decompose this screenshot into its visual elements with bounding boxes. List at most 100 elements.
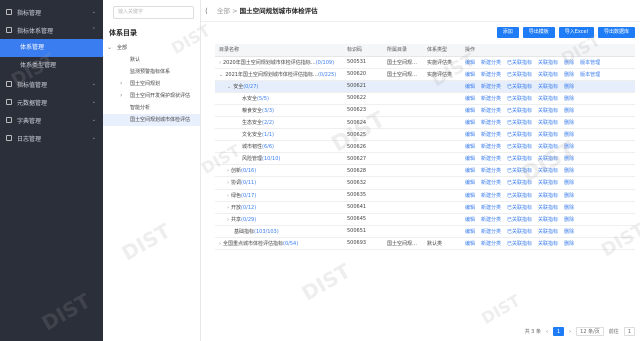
- action-link[interactable]: 关联指标: [538, 120, 558, 126]
- sidebar-group[interactable]: 指标管理 ⌄: [0, 3, 103, 21]
- table-row[interactable]: ⌄ 2021年国土空间规划城市体检评估指标…(0/225) 500620 国土空间规……: [215, 68, 635, 81]
- action-link[interactable]: 已关联指标: [507, 205, 532, 211]
- action-link[interactable]: 版本管理: [580, 72, 600, 78]
- action-link[interactable]: 已关联指标: [507, 168, 532, 174]
- action-link[interactable]: 新建分类: [481, 132, 501, 138]
- action-link[interactable]: 已关联指标: [507, 60, 532, 66]
- page-size-select[interactable]: 12 条/页: [576, 327, 604, 336]
- action-link[interactable]: 新建分类: [481, 168, 501, 174]
- action-link[interactable]: 已关联指标: [507, 193, 532, 199]
- sidebar-group[interactable]: 指标体系管理 ⌃: [0, 21, 103, 39]
- action-link[interactable]: 编辑: [465, 241, 475, 247]
- action-link[interactable]: 删除: [564, 60, 574, 66]
- table-row[interactable]: › 开放(0/12) 500641 编辑 新建分类 已关联指标 关联指标 删除: [215, 201, 635, 214]
- action-link[interactable]: 删除: [564, 205, 574, 211]
- action-link[interactable]: 已关联指标: [507, 229, 532, 235]
- action-link[interactable]: 关联指标: [538, 60, 558, 66]
- action-link[interactable]: 关联指标: [538, 84, 558, 90]
- action-link[interactable]: 已关联指标: [507, 84, 532, 90]
- action-link[interactable]: 新建分类: [481, 180, 501, 186]
- action-link[interactable]: 删除: [564, 132, 574, 138]
- action-link[interactable]: 已关联指标: [507, 156, 532, 162]
- action-link[interactable]: 关联指标: [538, 156, 558, 162]
- expand-icon[interactable]: ›: [227, 217, 229, 223]
- tree-node[interactable]: › 国土空间规划: [103, 78, 200, 90]
- action-link[interactable]: 已关联指标: [507, 217, 532, 223]
- table-row[interactable]: 基础指标(103/103) 500651 编辑 新建分类 已关联指标 关联指标 删除: [215, 225, 635, 238]
- action-link[interactable]: 新建分类: [481, 205, 501, 211]
- toolbar-button[interactable]: 导出数据库: [597, 27, 635, 38]
- action-link[interactable]: 版本管理: [580, 60, 600, 66]
- action-link[interactable]: 已关联指标: [507, 241, 532, 247]
- expand-icon[interactable]: ›: [219, 241, 221, 247]
- action-link[interactable]: 删除: [564, 193, 574, 199]
- sidebar-group[interactable]: 日志管理 ⌄: [0, 129, 103, 147]
- action-link[interactable]: 新建分类: [481, 108, 501, 114]
- pager-goto-input[interactable]: 1: [623, 327, 635, 336]
- table-row[interactable]: › 创新(0/16) 500628 编辑 新建分类 已关联指标 关联指标 删除: [215, 164, 635, 178]
- expand-icon[interactable]: ›: [227, 205, 229, 211]
- table-row[interactable]: 城市韧性(6/6) 500626 编辑 新建分类 已关联指标 关联指标 删除: [215, 140, 635, 154]
- expand-icon[interactable]: ›: [219, 60, 221, 66]
- action-link[interactable]: 已关联指标: [507, 108, 532, 114]
- action-link[interactable]: 编辑: [465, 132, 475, 138]
- tree-node[interactable]: 国土空间规划城市体检评估: [103, 114, 200, 126]
- sidebar-item[interactable]: 体系管理: [0, 39, 103, 57]
- sidebar-group[interactable]: 字典管理 ⌄: [0, 111, 103, 129]
- action-link[interactable]: 新建分类: [481, 84, 501, 90]
- action-link[interactable]: 新建分类: [481, 96, 501, 102]
- tree-toggle-icon[interactable]: ⌄: [107, 42, 112, 54]
- action-link[interactable]: 编辑: [465, 156, 475, 162]
- action-link[interactable]: 新建分类: [481, 193, 501, 199]
- pager-next-icon[interactable]: ›: [569, 329, 571, 335]
- expand-icon[interactable]: ›: [227, 168, 229, 174]
- action-link[interactable]: 编辑: [465, 60, 475, 66]
- action-link[interactable]: 关联指标: [538, 168, 558, 174]
- action-link[interactable]: 关联指标: [538, 108, 558, 114]
- table-row[interactable]: 文化安全(1/1) 500625 编辑 新建分类 已关联指标 关联指标 删除: [215, 128, 635, 142]
- tree-toggle-icon[interactable]: ›: [120, 90, 122, 102]
- expand-icon[interactable]: ›: [227, 180, 229, 186]
- action-link[interactable]: 已关联指标: [507, 132, 532, 138]
- table-row[interactable]: 风险管理(10/10) 500627 编辑 新建分类 已关联指标 关联指标 删除: [215, 152, 635, 166]
- sidebar-item[interactable]: 体系类型管理: [0, 57, 103, 75]
- breadcrumb-root[interactable]: 全部: [217, 7, 230, 15]
- table-row[interactable]: 水安全(5/5) 500622 编辑 新建分类 已关联指标 关联指标 删除: [215, 92, 635, 105]
- action-link[interactable]: 已关联指标: [507, 120, 532, 126]
- pager-prev-icon[interactable]: ‹: [546, 329, 548, 335]
- action-link[interactable]: 删除: [564, 108, 574, 114]
- action-link[interactable]: 新建分类: [481, 241, 501, 247]
- action-link[interactable]: 删除: [564, 168, 574, 174]
- action-link[interactable]: 编辑: [465, 205, 475, 211]
- action-link[interactable]: 关联指标: [538, 229, 558, 235]
- action-link[interactable]: 删除: [564, 120, 574, 126]
- action-link[interactable]: 关联指标: [538, 72, 558, 78]
- table-row[interactable]: › 共享(0/29) 500645 编辑 新建分类 已关联指标 关联指标 删除: [215, 213, 635, 226]
- action-link[interactable]: 已关联指标: [507, 144, 532, 150]
- action-link[interactable]: 编辑: [465, 229, 475, 235]
- tree-node[interactable]: ⌄ 全部: [103, 42, 200, 54]
- action-link[interactable]: 编辑: [465, 217, 475, 223]
- table-row[interactable]: › 绿色(0/17) 500635 编辑 新建分类 已关联指标 关联指标 删除: [215, 189, 635, 202]
- action-link[interactable]: 删除: [564, 180, 574, 186]
- action-link[interactable]: 编辑: [465, 193, 475, 199]
- action-link[interactable]: 已关联指标: [507, 72, 532, 78]
- toolbar-button[interactable]: 导入Excel: [558, 27, 594, 38]
- action-link[interactable]: 关联指标: [538, 96, 558, 102]
- action-link[interactable]: 新建分类: [481, 144, 501, 150]
- toolbar-button[interactable]: 导出模板: [522, 27, 555, 38]
- action-link[interactable]: 编辑: [465, 96, 475, 102]
- action-link[interactable]: 编辑: [465, 144, 475, 150]
- action-link[interactable]: 编辑: [465, 180, 475, 186]
- table-row[interactable]: › 全国重点城市体检评估指标(0/54) 500693 国土空间规… 默认类 编辑 新建分类…: [215, 237, 635, 251]
- action-link[interactable]: 删除: [564, 241, 574, 247]
- toolbar-button[interactable]: 添加: [496, 27, 519, 38]
- tree-node[interactable]: › 国土空间开发保护现状评估: [103, 90, 200, 102]
- tree-search-input[interactable]: 输入关键字: [113, 6, 194, 19]
- action-link[interactable]: 新建分类: [481, 72, 501, 78]
- action-link[interactable]: 删除: [564, 229, 574, 235]
- action-link[interactable]: 新建分类: [481, 156, 501, 162]
- action-link[interactable]: 新建分类: [481, 120, 501, 126]
- tree-node[interactable]: 默认: [103, 54, 200, 66]
- action-link[interactable]: 关联指标: [538, 180, 558, 186]
